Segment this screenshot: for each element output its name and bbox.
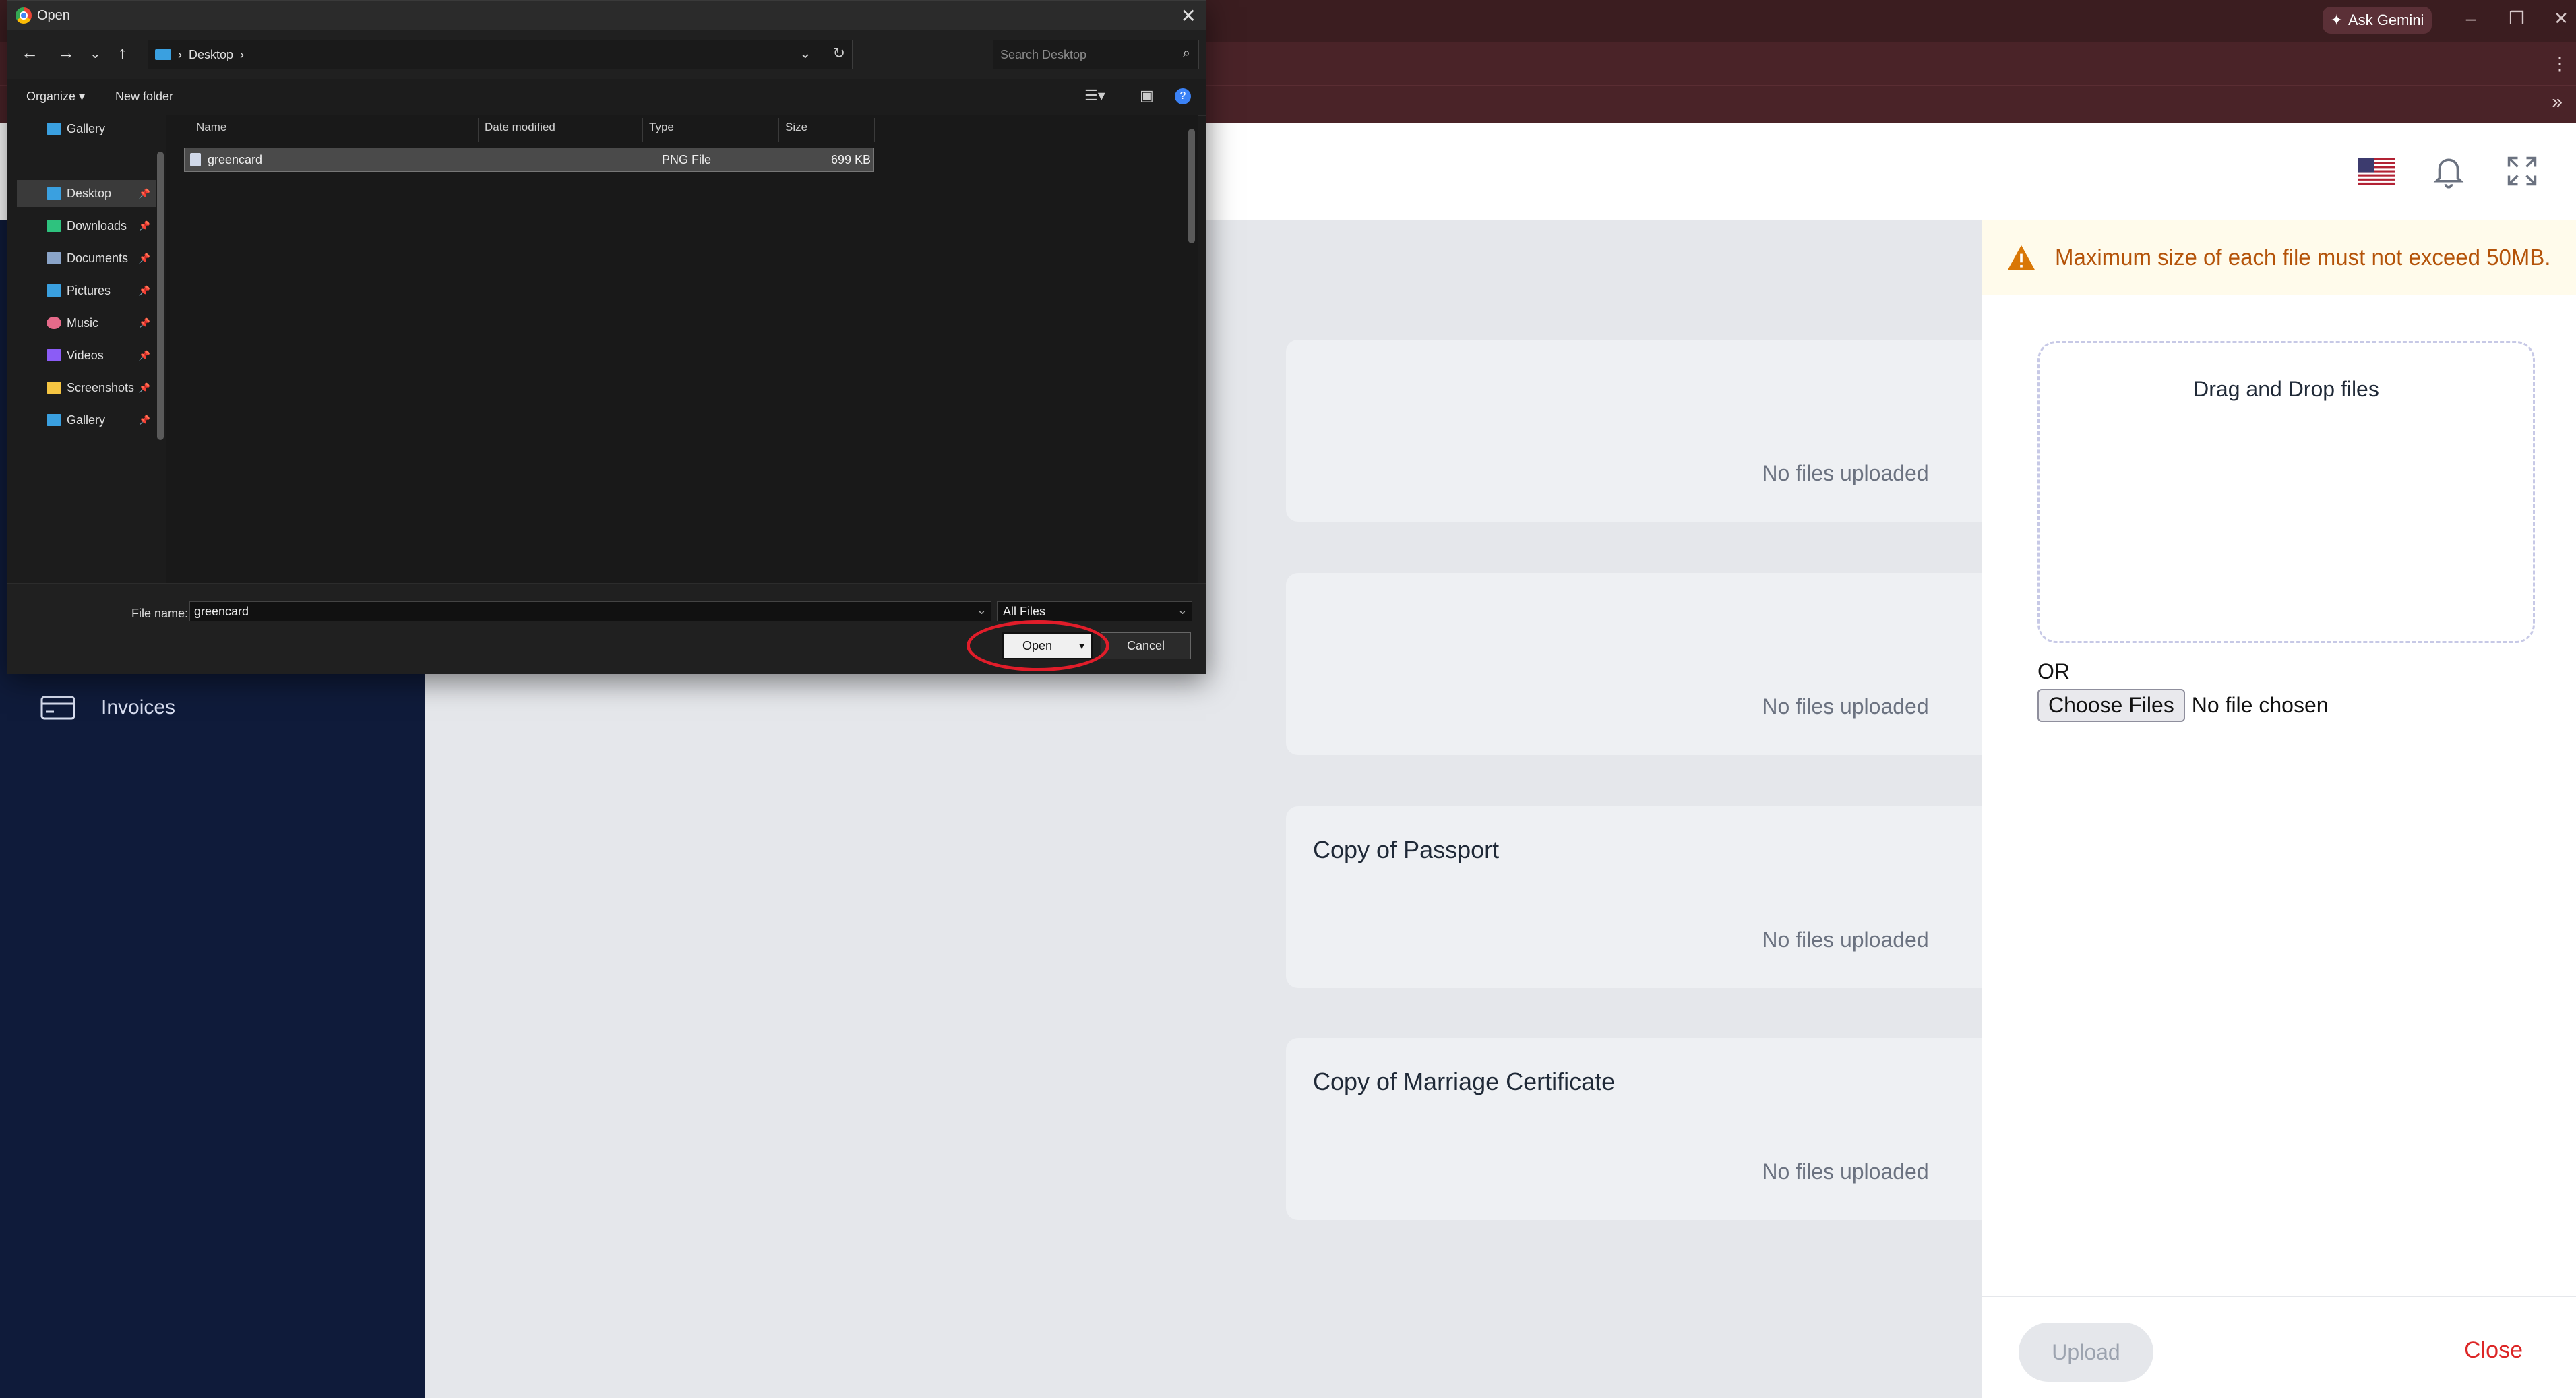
png-file-icon (190, 153, 201, 166)
file-input: Choose Files No file chosen (2037, 689, 2329, 722)
search-placeholder: Search Desktop (1000, 47, 1087, 61)
file-size: 699 KB (830, 152, 871, 166)
or-label: OR (2037, 659, 2070, 683)
sidebar-item-invoices[interactable]: Invoices (40, 694, 175, 721)
file-list-scrollbar[interactable] (1188, 129, 1195, 243)
desktop-folder-icon (155, 49, 171, 60)
upload-button[interactable]: Upload (2019, 1323, 2153, 1382)
column-type[interactable]: Type (649, 121, 674, 141)
file-name-label: File name: (131, 607, 189, 620)
back-arrow-icon[interactable]: ← (21, 42, 38, 63)
organize-menu[interactable]: Organize ▾ (26, 90, 85, 104)
restore-icon[interactable]: ❐ (2503, 8, 2530, 29)
open-file-dialog: Open ✕ ← → ⌄ ↑ › Desktop › ⌄ ↻ Search De… (7, 0, 1206, 674)
new-folder-button[interactable]: New folder (115, 90, 173, 104)
folder-icon (47, 382, 61, 394)
downloads-icon (47, 220, 61, 232)
pin-icon: 📌 (138, 220, 150, 231)
pin-icon: 📌 (138, 382, 150, 393)
dialog-toolbar: Organize ▾ New folder ☰▾ ▣ ? (7, 79, 1206, 116)
chrome-icon (16, 7, 32, 24)
pictures-icon (47, 284, 61, 297)
gallery-icon (47, 414, 61, 426)
path-segment[interactable]: Desktop (189, 48, 233, 62)
file-type-dropdown-icon: ⌄ (1177, 603, 1188, 617)
bell-icon[interactable] (2430, 152, 2467, 189)
search-icon: ⌕ (1182, 46, 1190, 61)
file-row-greencard[interactable]: greencard PNG File 699 KB (184, 148, 874, 172)
desktop-icon (47, 187, 61, 200)
gallery-icon (47, 123, 61, 135)
music-icon (47, 317, 61, 329)
view-options-icon[interactable]: ☰▾ (1084, 87, 1105, 104)
pin-icon: 📌 (138, 317, 150, 328)
dropzone-label: Drag and Drop files (2193, 377, 2379, 401)
close-window-icon[interactable]: ✕ (2548, 8, 2575, 29)
pin-icon: 📌 (138, 187, 150, 199)
file-list: Name Date modified Type Size greencard P… (166, 115, 1198, 583)
close-button[interactable]: Close (2464, 1337, 2523, 1364)
file-type-select[interactable]: All Files ⌄ (997, 601, 1192, 621)
nav-item-screenshots[interactable]: Screenshots 📌 (17, 374, 156, 401)
us-flag-icon[interactable] (2358, 158, 2395, 185)
pin-icon: 📌 (138, 252, 150, 264)
videos-icon (47, 349, 61, 361)
fullscreen-icon[interactable] (2505, 154, 2540, 189)
help-icon[interactable]: ? (1175, 88, 1191, 104)
size-warning: Maximum size of each file must not excee… (1982, 220, 2576, 295)
panel-footer: Upload Close (1982, 1296, 2576, 1398)
file-name-dropdown-icon[interactable]: ⌄ (977, 603, 987, 617)
dialog-nav-bar: ← → ⌄ ↑ › Desktop › ⌄ ↻ Search Desktop ⌕ (7, 30, 1206, 79)
dialog-title: Open (37, 7, 70, 23)
file-name-input[interactable]: greencard ⌄ (189, 601, 991, 621)
minimize-icon[interactable]: – (2457, 8, 2484, 29)
gemini-sparkle-icon: ✦ (2330, 11, 2343, 28)
refresh-icon[interactable]: ↻ (833, 44, 845, 62)
credit-card-icon (40, 696, 75, 720)
no-file-label: No file chosen (2191, 693, 2329, 717)
column-name[interactable]: Name (196, 121, 226, 141)
nav-item-videos[interactable]: Videos 📌 (17, 342, 156, 369)
warning-icon (2008, 245, 2035, 270)
dialog-close-icon[interactable]: ✕ (1181, 5, 1196, 27)
more-menu-icon[interactable]: ⋮ (2550, 53, 2569, 75)
dialog-title-bar: Open ✕ (7, 1, 1206, 30)
navigation-pane: Gallery Desktop 📌 Downloads 📌 Documents … (7, 115, 167, 583)
file-type: PNG File (662, 152, 712, 166)
nav-item-gallery[interactable]: Gallery (17, 115, 156, 142)
path-bar[interactable]: › Desktop › ⌄ ↻ (148, 40, 853, 69)
nav-item-music[interactable]: Music 📌 (17, 309, 156, 336)
recent-chevron-icon[interactable]: ⌄ (90, 45, 101, 62)
cancel-button[interactable]: Cancel (1101, 632, 1191, 659)
nav-item-gallery-pinned[interactable]: Gallery 📌 (17, 406, 156, 433)
pin-icon: 📌 (138, 414, 150, 425)
up-arrow-icon[interactable]: ↑ (118, 42, 127, 63)
sidebar-item-label: Invoices (101, 696, 176, 719)
card-title: Copy of Passport (1313, 836, 1500, 863)
column-size[interactable]: Size (785, 121, 807, 141)
forward-arrow-icon[interactable]: → (57, 42, 75, 63)
search-input[interactable]: Search Desktop ⌕ (993, 40, 1199, 69)
ask-gemini-button[interactable]: ✦ Ask Gemini (2323, 7, 2432, 34)
dropzone[interactable]: Drag and Drop files (2037, 341, 2535, 643)
pin-icon: 📌 (138, 284, 150, 296)
card-title: Copy of Marriage Certificate (1313, 1068, 1616, 1095)
choose-files-button[interactable]: Choose Files (2037, 689, 2185, 722)
documents-icon (47, 252, 61, 264)
open-button-highlight (967, 620, 1109, 671)
preview-pane-icon[interactable]: ▣ (1140, 87, 1154, 104)
nav-item-desktop[interactable]: Desktop 📌 (17, 180, 156, 207)
upload-panel: Maximum size of each file must not excee… (1982, 220, 2576, 1398)
nav-item-documents[interactable]: Documents 📌 (17, 245, 156, 272)
nav-scrollbar[interactable] (157, 152, 164, 440)
nav-item-downloads[interactable]: Downloads 📌 (17, 212, 156, 239)
path-dropdown-icon[interactable]: ⌄ (799, 44, 811, 62)
bookmarks-overflow-icon[interactable]: » (2552, 91, 2563, 113)
pin-icon: 📌 (138, 349, 150, 361)
warning-text: Maximum size of each file must not excee… (2055, 245, 2551, 270)
file-name: greencard (208, 152, 263, 166)
nav-item-pictures[interactable]: Pictures 📌 (17, 277, 156, 304)
column-date-modified[interactable]: Date modified (485, 121, 555, 141)
